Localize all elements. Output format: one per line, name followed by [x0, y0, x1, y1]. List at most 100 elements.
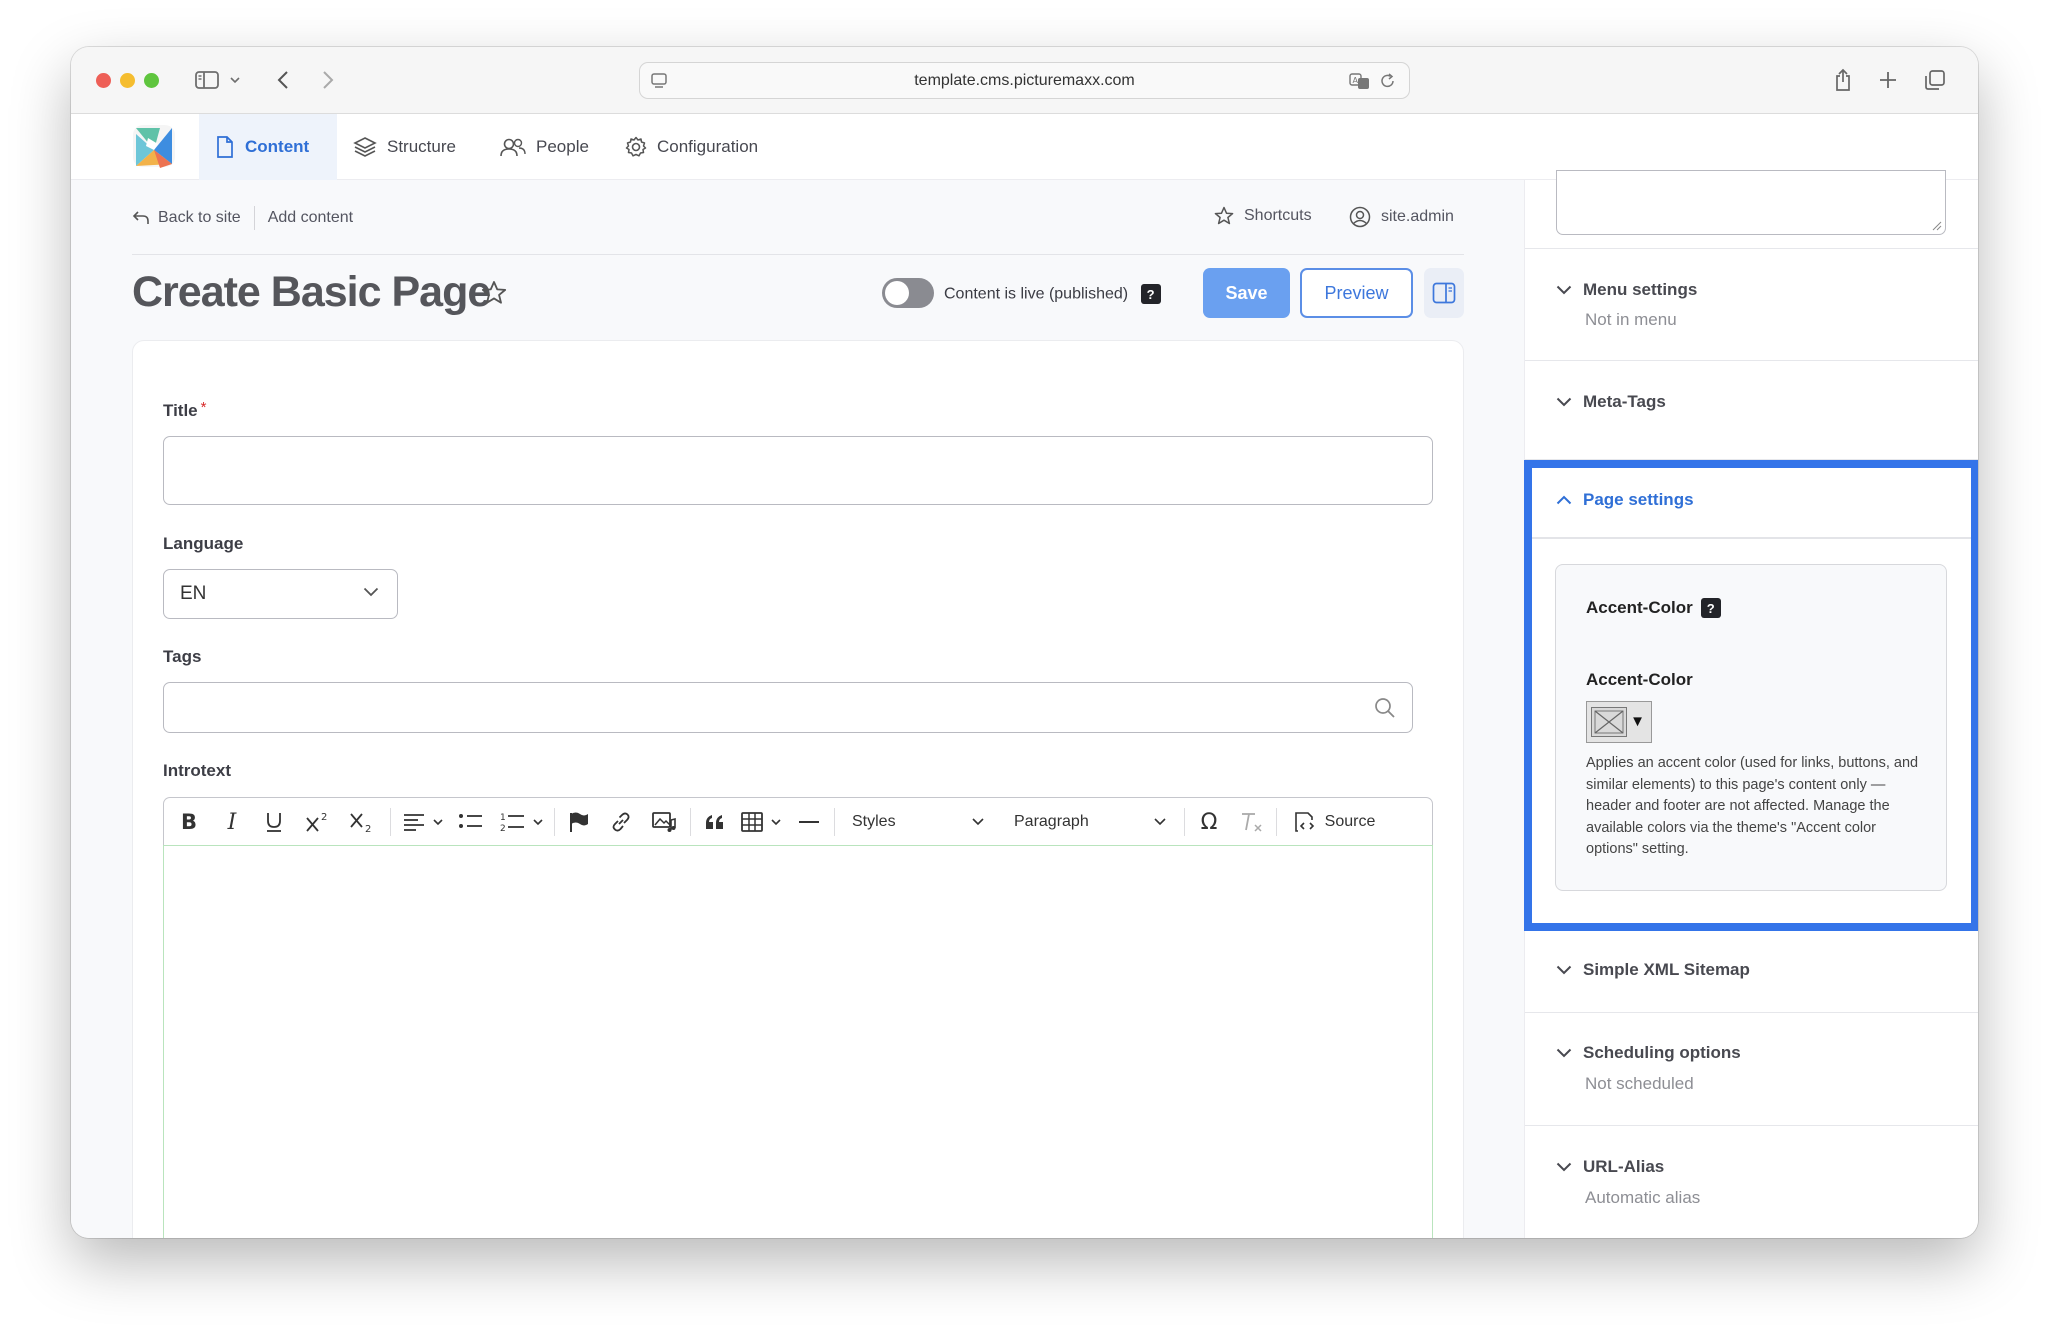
reload-icon[interactable]	[1379, 72, 1397, 90]
paragraph-dropdown[interactable]: Paragraph	[1006, 798, 1176, 846]
publish-toggle[interactable]	[882, 278, 934, 308]
sidebar-panel-toggle[interactable]	[1424, 268, 1464, 318]
nav-content-label: Content	[245, 137, 310, 156]
user-name: site.admin	[1381, 208, 1454, 225]
blockquote-icon[interactable]	[698, 798, 732, 846]
url-alias-section[interactable]: URL-Alias Automatic alias	[1525, 1126, 1978, 1238]
page-settings-header[interactable]: Page settings	[1556, 490, 1694, 510]
summary-section	[1525, 180, 1978, 249]
maximize-window-button[interactable]	[144, 73, 159, 88]
sidebar-toggle-icon[interactable]	[192, 67, 222, 93]
menu-settings-title: Menu settings	[1583, 280, 1698, 299]
underline-icon[interactable]	[259, 798, 289, 846]
media-icon[interactable]	[646, 798, 682, 846]
italic-icon[interactable]: I	[217, 798, 247, 846]
flag-icon[interactable]	[562, 798, 596, 846]
breadcrumb-divider	[253, 206, 255, 230]
logo-icon[interactable]	[132, 124, 176, 168]
link-icon[interactable]	[604, 798, 638, 846]
back-to-site-link[interactable]: Back to site	[158, 209, 241, 227]
accent-color-group-text: Accent-Color	[1586, 598, 1693, 617]
tags-field-label: Tags	[163, 647, 202, 666]
menu-settings-section[interactable]: Menu settings Not in menu	[1525, 249, 1978, 361]
toolbar-divider	[1276, 808, 1277, 836]
scheduling-section[interactable]: Scheduling options Not scheduled	[1525, 1013, 1978, 1126]
favorite-star-icon[interactable]	[481, 280, 507, 306]
close-window-button[interactable]	[96, 73, 111, 88]
horizontal-line-icon[interactable]	[792, 798, 826, 846]
numbered-list-icon[interactable]: 12	[498, 798, 548, 846]
dropdown-arrow-icon: ▼	[1630, 713, 1645, 730]
bold-icon[interactable]: B	[174, 798, 204, 846]
chevron-down-icon[interactable]	[228, 67, 242, 93]
meta-tags-section[interactable]: Meta-Tags	[1525, 361, 1978, 460]
share-icon[interactable]	[1832, 67, 1854, 93]
menu-settings-summary: Not in menu	[1585, 310, 1677, 329]
header-divider	[132, 254, 1464, 255]
shortcuts-link[interactable]: Shortcuts	[1214, 206, 1312, 226]
preview-button[interactable]: Preview	[1300, 268, 1413, 318]
language-select-value: EN	[180, 583, 207, 604]
special-characters-icon[interactable]: Ω	[1192, 798, 1226, 846]
nav-people[interactable]: People	[500, 114, 589, 180]
introtext-editor[interactable]	[163, 845, 1433, 1238]
tags-input[interactable]	[163, 682, 1413, 733]
chevron-up-icon	[1556, 495, 1572, 505]
toolbar-divider	[554, 808, 555, 836]
back-arrow-icon[interactable]	[273, 67, 293, 93]
breadcrumb: Back to site Add content	[132, 206, 353, 230]
svg-text:2: 2	[321, 812, 327, 823]
subscript-icon[interactable]: 2	[346, 798, 378, 846]
address-bar[interactable]: template.cms.picturemaxx.com A	[639, 62, 1410, 99]
sitemap-header[interactable]: Simple XML Sitemap	[1556, 960, 1750, 980]
scheduling-summary: Not scheduled	[1585, 1074, 1694, 1093]
superscript-icon[interactable]: 2	[302, 798, 334, 846]
save-button[interactable]: Save	[1203, 268, 1290, 318]
publish-status-label: Content is live (published)	[944, 285, 1129, 303]
file-icon	[217, 136, 233, 158]
align-dropdown-icon[interactable]	[400, 798, 450, 846]
publish-status: Content is live (published) ?	[944, 284, 1161, 304]
meta-tags-title: Meta-Tags	[1583, 392, 1666, 411]
styles-dropdown[interactable]: Styles	[844, 798, 994, 846]
bulleted-list-icon[interactable]	[454, 798, 488, 846]
user-avatar-icon	[1349, 206, 1371, 228]
nav-content[interactable]: Content	[199, 114, 337, 180]
settings-sidebar: Menu settings Not in menu Meta-Tags Page…	[1524, 170, 1978, 1238]
table-icon[interactable]	[738, 798, 788, 846]
chevron-down-icon	[1556, 397, 1572, 407]
accent-color-picker[interactable]: ▼	[1586, 701, 1652, 743]
minimize-window-button[interactable]	[120, 73, 135, 88]
sitemap-title: Simple XML Sitemap	[1583, 960, 1750, 979]
chevron-down-icon	[1154, 818, 1166, 826]
url-alias-header[interactable]: URL-Alias	[1556, 1157, 1664, 1177]
scheduling-header[interactable]: Scheduling options	[1556, 1043, 1741, 1063]
chevron-down-icon	[1556, 1162, 1572, 1172]
translate-icon[interactable]: A	[1349, 72, 1371, 90]
meta-tags-header[interactable]: Meta-Tags	[1556, 392, 1666, 412]
new-tab-icon[interactable]	[1877, 67, 1899, 93]
browser-toolbar: template.cms.picturemaxx.com A	[71, 47, 1978, 114]
menu-settings-header[interactable]: Menu settings	[1556, 280, 1697, 300]
styles-dropdown-label: Styles	[852, 813, 896, 830]
nav-structure[interactable]: Structure	[353, 114, 456, 180]
svg-text:2: 2	[365, 824, 371, 833]
source-button[interactable]: Source	[1284, 798, 1384, 846]
accent-color-help-badge[interactable]: ?	[1700, 598, 1721, 618]
forward-arrow-icon[interactable]	[318, 67, 338, 93]
help-badge[interactable]: ?	[1140, 284, 1161, 304]
user-menu[interactable]: site.admin	[1349, 206, 1454, 228]
accent-color-group-label: Accent-Color ?	[1586, 598, 1721, 618]
title-input[interactable]	[163, 436, 1433, 505]
browser-window: template.cms.picturemaxx.com A Content S…	[71, 47, 1978, 1238]
sitemap-section[interactable]: Simple XML Sitemap	[1525, 931, 1978, 1013]
scheduling-title: Scheduling options	[1583, 1043, 1741, 1062]
page-settings-title: Page settings	[1583, 490, 1694, 509]
remove-format-icon[interactable]	[1234, 798, 1268, 846]
color-swatch-icon	[1591, 707, 1627, 737]
nav-configuration[interactable]: Configuration	[625, 114, 758, 180]
language-select[interactable]: EN	[163, 569, 398, 619]
nav-configuration-label: Configuration	[657, 137, 759, 156]
tab-overview-icon[interactable]	[1923, 67, 1947, 93]
accent-color-description: Applies an accent color (used for links,…	[1586, 755, 1919, 857]
